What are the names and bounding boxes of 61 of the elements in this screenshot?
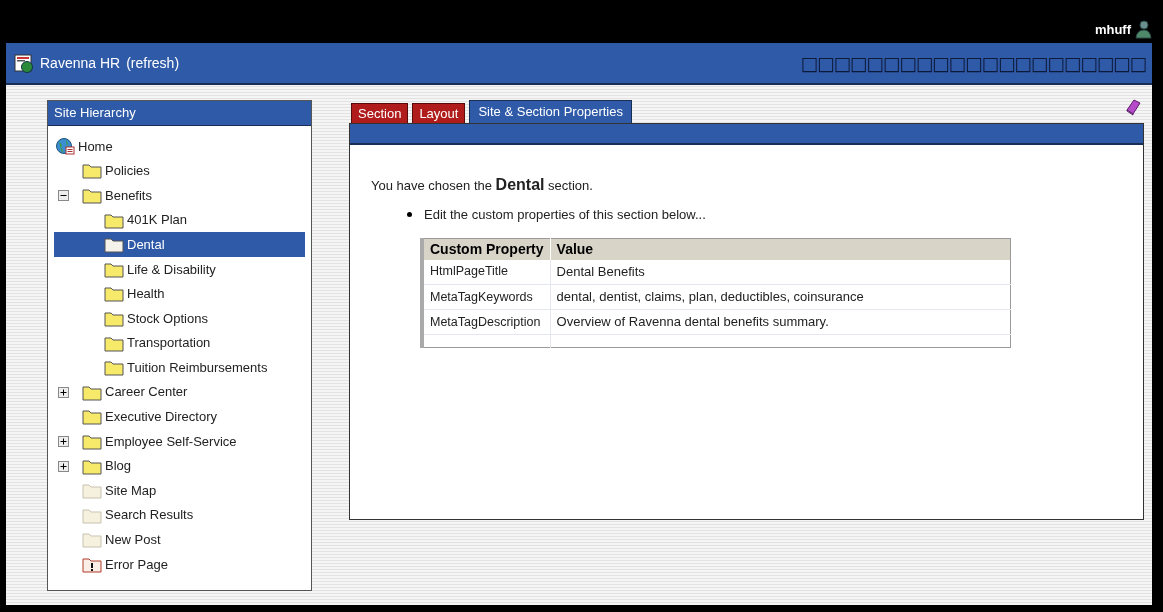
tree-item[interactable]: Home (54, 134, 305, 159)
app-icon (14, 53, 34, 73)
tree-item[interactable]: Tuition Reimbursements (54, 355, 305, 380)
user-icon (1133, 19, 1153, 39)
tree-item[interactable]: Blog (54, 453, 305, 479)
expand-icon[interactable] (58, 435, 69, 447)
tab[interactable]: Site & Section Properties (469, 100, 632, 123)
tree-item[interactable]: Stock Options (54, 306, 305, 331)
tree-item[interactable]: Policies (54, 158, 305, 184)
folder-icon (104, 359, 124, 377)
tree-item[interactable]: Transportation (54, 330, 305, 356)
tree-item[interactable]: Search Results (54, 502, 305, 528)
collapse-icon[interactable] (58, 190, 69, 201)
refresh-link[interactable]: (refresh) (126, 52, 180, 74)
tree-item[interactable]: Benefits (54, 183, 305, 208)
folder-icon (82, 383, 102, 401)
tree-item[interactable]: Dental (54, 232, 305, 257)
tree-item[interactable]: Executive Directory (54, 404, 305, 430)
tab[interactable]: Section (351, 103, 409, 123)
globe-icon (55, 137, 75, 155)
tree-item[interactable]: New Post (54, 527, 305, 553)
folder-icon (104, 236, 124, 254)
pale-folder-icon (82, 506, 102, 524)
tree-item[interactable]: Error Page (54, 552, 305, 577)
tab[interactable]: Layout (412, 103, 466, 123)
table-cell: HtmlPageTitle (422, 259, 551, 285)
column-header: Value (550, 238, 1011, 260)
folder-icon (82, 408, 102, 426)
folder-icon (104, 334, 124, 352)
folder-icon (82, 187, 102, 204)
error-folder-icon (82, 555, 102, 573)
intro-text: You have chosen the Dental section. (371, 175, 594, 195)
folder-icon (104, 309, 124, 327)
table-cell: MetaTagKeywords (422, 284, 551, 310)
folder-icon (104, 260, 124, 278)
table-cell: Dental Benefits (550, 259, 1011, 285)
instruction-text: Edit the custom properties of this section below... (424, 206, 706, 224)
tree-item[interactable]: Career Center (54, 379, 305, 405)
tree-item[interactable]: Life & Disability (54, 256, 305, 282)
tree-item[interactable]: Employee Self-Service (54, 429, 305, 454)
folder-icon (82, 457, 102, 475)
app-title: Ravenna HR (40, 53, 121, 73)
folder-icon (82, 432, 102, 450)
panel-title: Site Hierarchy (48, 101, 311, 126)
folder-icon (104, 211, 124, 229)
table-cell: dental, dentist, claims, plan, deductibles, coinsurance (550, 284, 1011, 310)
pale-folder-icon (82, 531, 102, 549)
tree-item[interactable]: 401K Plan (54, 207, 305, 233)
folder-icon (82, 162, 102, 180)
folder-icon (104, 285, 124, 303)
bullet-icon (407, 212, 412, 218)
tree-item[interactable]: Health (54, 281, 305, 307)
header-text: □□□□□□□□□□□□□□□□□□□□□ (800, 50, 1146, 76)
expand-icon[interactable] (58, 460, 69, 472)
tree-item[interactable]: Site Map (54, 478, 305, 503)
column-header: Custom Property (422, 238, 551, 260)
table-cell: Overview of Ravenna dental benefits summary. (550, 309, 1011, 335)
table-cell: MetaTagDescription (422, 309, 551, 335)
pale-folder-icon (82, 482, 102, 500)
expand-icon[interactable] (58, 386, 69, 398)
user-name: mhuff (1094, 20, 1131, 39)
